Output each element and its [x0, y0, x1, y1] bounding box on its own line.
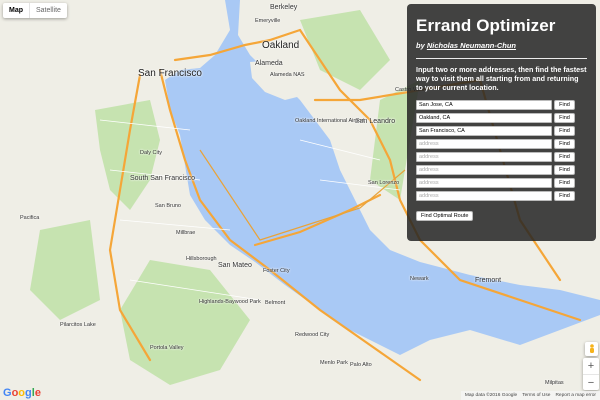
byline-prefix: by	[416, 41, 427, 50]
map-footer: Map data ©2016 Google Terms of Use Repor…	[460, 391, 600, 400]
city-label-alameda: Alameda	[255, 60, 283, 67]
address-input[interactable]	[416, 113, 552, 123]
find-button[interactable]: Find	[554, 152, 575, 162]
address-input[interactable]	[416, 152, 552, 162]
panel-divider	[416, 58, 587, 59]
google-logo: Google	[3, 387, 41, 399]
city-label-emeryville: Emeryville	[255, 18, 281, 24]
byline: by Nicholas Neumann-Chun	[416, 41, 587, 50]
plus-icon: +	[587, 360, 595, 372]
city-label-alameda-nas: Alameda NAS	[270, 72, 305, 78]
city-label-belmont: Belmont	[265, 300, 286, 306]
address-row: Find	[416, 100, 587, 110]
city-label-southsf: South San Francisco	[130, 175, 195, 182]
city-label-oakland: Oakland	[262, 40, 300, 51]
find-optimal-route-button[interactable]: Find Optimal Route	[416, 211, 474, 221]
report-error-link[interactable]: Report a map error	[555, 393, 596, 398]
city-label-redwood: Redwood City	[295, 332, 330, 338]
city-label-sf: San Francisco	[138, 68, 202, 79]
minus-icon: −	[587, 376, 595, 389]
street-view-pegman[interactable]	[585, 342, 598, 356]
city-label-sanmateo: San Mateo	[218, 262, 252, 269]
city-label-pacifica: Pacifica	[20, 215, 40, 221]
address-input[interactable]	[416, 100, 552, 110]
city-label-pilarcitos: Pilarcitos Lake	[60, 322, 96, 328]
address-list: Find Find Find Find Find Find Find Find	[416, 100, 587, 201]
city-label-menlo: Menlo Park	[320, 360, 348, 366]
city-label-paloalto: Palo Alto	[350, 362, 372, 368]
map-type-control: Map Satellite	[3, 3, 67, 18]
address-input[interactable]	[416, 139, 552, 149]
find-button[interactable]: Find	[554, 100, 575, 110]
city-label-sanlorenzo: San Lorenzo	[368, 180, 400, 186]
zoom-control: + −	[583, 358, 599, 390]
panel-title: Errand Optimizer	[416, 16, 556, 35]
author-link[interactable]: Nicholas Neumann-Chun	[427, 41, 516, 50]
pegman-icon	[589, 343, 594, 353]
city-label-oakland-airport: Oakland International Airport	[295, 118, 365, 124]
address-row: Find	[416, 126, 587, 136]
find-button[interactable]: Find	[554, 126, 575, 136]
city-label-newark: Newark	[410, 276, 429, 282]
address-row: Find	[416, 152, 587, 162]
errand-panel: Errand Optimizer by Nicholas Neumann-Chu…	[407, 4, 596, 241]
city-label-fostercity: Foster City	[263, 268, 290, 274]
city-label-fremont: Fremont	[475, 277, 502, 284]
panel-intro: Input two or more addresses, then find t…	[416, 65, 587, 92]
map-type-map-button[interactable]: Map	[3, 3, 29, 18]
find-button[interactable]: Find	[554, 113, 575, 123]
address-row: Find	[416, 139, 587, 149]
zoom-in-button[interactable]: +	[583, 358, 599, 374]
city-label-sanbruno: San Bruno	[155, 203, 181, 209]
find-button[interactable]: Find	[554, 165, 575, 175]
map-type-satellite-button[interactable]: Satellite	[29, 3, 67, 18]
city-label-hillsborough: Hillsborough	[186, 256, 217, 262]
address-row: Find	[416, 178, 587, 188]
logo-letter: e	[34, 387, 41, 399]
address-row: Find	[416, 191, 587, 201]
city-label-berkeley: Berkeley	[270, 4, 298, 11]
map-data-attribution: Map data ©2016 Google	[464, 393, 518, 398]
city-label-highlands: Highlands-Baywood Park	[199, 299, 261, 305]
address-input[interactable]	[416, 178, 552, 188]
address-row: Find	[416, 113, 587, 123]
find-button[interactable]: Find	[554, 191, 575, 201]
city-label-millbrae: Millbrae	[176, 230, 196, 236]
find-button[interactable]: Find	[554, 139, 575, 149]
address-input[interactable]	[416, 126, 552, 136]
city-label-milpitas: Milpitas	[545, 380, 564, 386]
address-input[interactable]	[416, 165, 552, 175]
city-label-portola: Portola Valley	[150, 345, 184, 351]
zoom-out-button[interactable]: −	[583, 374, 599, 390]
address-row: Find	[416, 165, 587, 175]
logo-letter: G	[3, 387, 12, 399]
logo-letter: g	[25, 387, 32, 399]
terms-link[interactable]: Terms of Use	[522, 393, 550, 398]
city-label-dalycity: Daly City	[140, 150, 163, 156]
address-input[interactable]	[416, 191, 552, 201]
find-button[interactable]: Find	[554, 178, 575, 188]
